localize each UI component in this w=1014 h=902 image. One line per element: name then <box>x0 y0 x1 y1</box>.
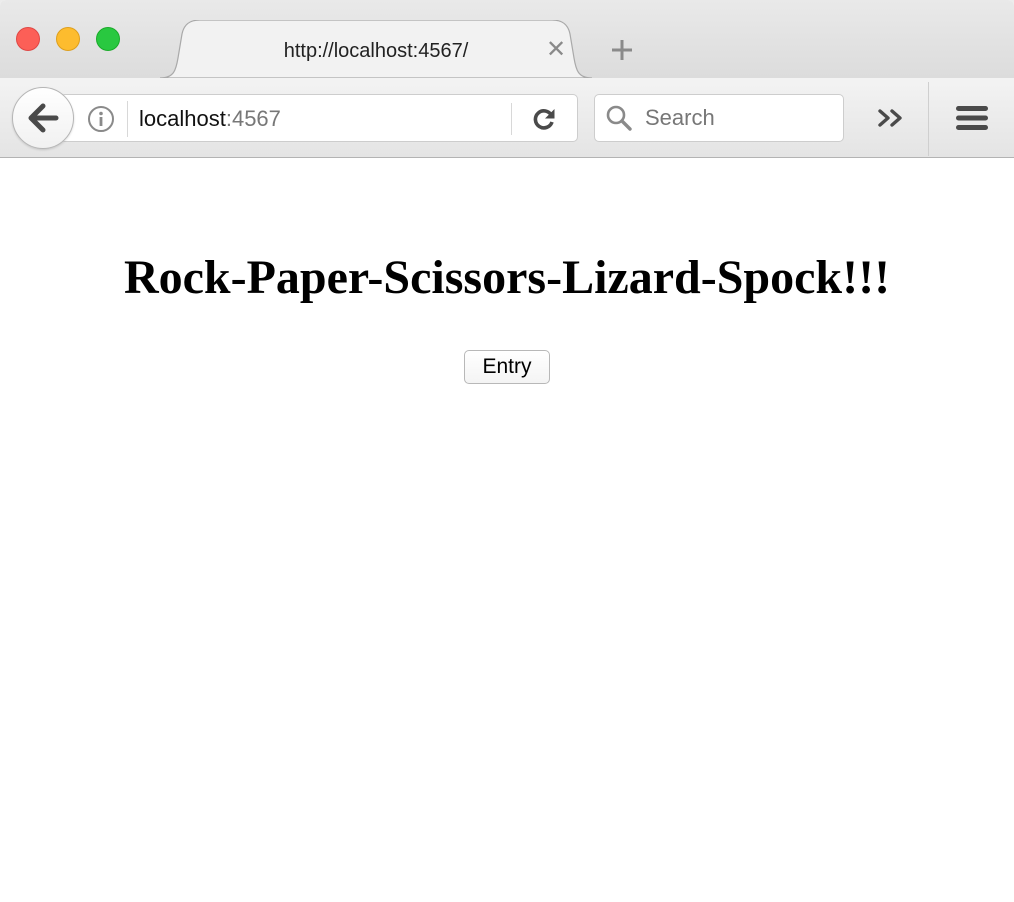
back-arrow-icon <box>28 103 59 133</box>
back-button[interactable] <box>12 87 74 149</box>
page-content: Rock-Paper-Scissors-Lizard-Spock!!! Entr… <box>0 158 1014 902</box>
search-bar[interactable] <box>594 94 844 142</box>
url-text[interactable]: localhost:4567 <box>139 106 281 132</box>
hamburger-menu-icon[interactable] <box>954 104 990 132</box>
search-input[interactable] <box>645 103 835 133</box>
url-host: localhost <box>139 106 226 131</box>
search-icon <box>606 105 632 131</box>
window-maximize-button[interactable] <box>96 27 120 51</box>
tab-title: http://localhost:4567/ <box>283 40 469 62</box>
toolbar-divider <box>928 82 929 156</box>
entry-button[interactable]: Entry <box>464 350 550 384</box>
info-icon[interactable] <box>87 105 115 133</box>
tab-close-icon[interactable]: ✕ <box>544 38 568 62</box>
url-divider-right <box>511 103 512 135</box>
reload-icon[interactable] <box>531 106 557 132</box>
url-divider <box>127 101 128 137</box>
overflow-chevrons-icon[interactable] <box>876 106 908 130</box>
url-port: :4567 <box>225 106 281 131</box>
window-close-button[interactable] <box>16 27 40 51</box>
navigation-toolbar: localhost:4567 <box>0 78 1014 158</box>
tab-strip: http://localhost:4567/ ✕ <box>0 0 1014 80</box>
window-minimize-button[interactable] <box>56 27 80 51</box>
browser-window: http://localhost:4567/ ✕ localhost:4567 <box>0 0 1014 902</box>
browser-tab[interactable]: http://localhost:4567/ ✕ <box>160 20 592 80</box>
page-title: Rock-Paper-Scissors-Lizard-Spock!!! <box>123 251 891 304</box>
url-bar[interactable]: localhost:4567 <box>60 94 578 142</box>
new-tab-plus-icon[interactable] <box>608 36 636 64</box>
